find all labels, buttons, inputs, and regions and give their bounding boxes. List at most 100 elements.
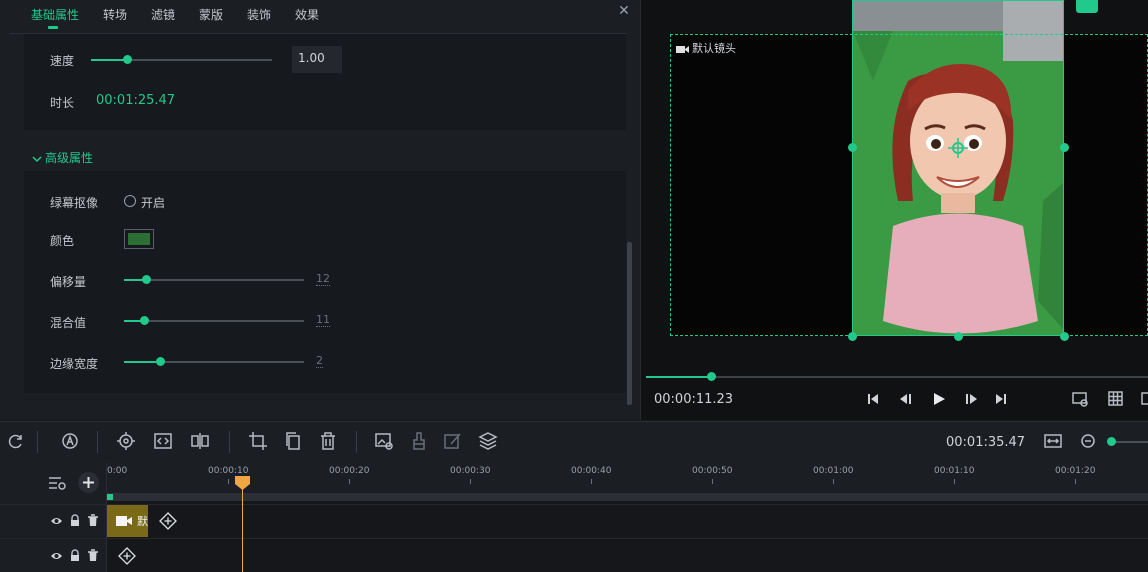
layer-tag-icon[interactable] (1076, 0, 1098, 13)
grid-icon[interactable] (1107, 390, 1125, 408)
resize-handle-bottom-right[interactable] (1060, 332, 1069, 341)
edge-width-slider-handle[interactable] (156, 357, 165, 366)
track-settings-icon[interactable] (47, 474, 67, 492)
add-track-button[interactable] (78, 472, 99, 493)
next-frame-icon[interactable] (962, 390, 980, 408)
speed-value-input[interactable]: 1.00 (292, 46, 342, 73)
eye-icon[interactable] (50, 515, 63, 527)
ruler-tick-label: 00:00:40 (571, 466, 612, 476)
screenshot-icon[interactable] (1071, 390, 1089, 408)
camera-label: 默认镜头 (676, 40, 736, 56)
property-tabs: 基础属性 转场 滤镜 蒙版 装饰 效果 (0, 0, 640, 30)
crosshair-icon[interactable] (948, 138, 968, 158)
copy-icon[interactable] (283, 431, 303, 451)
offset-slider-track[interactable] (124, 279, 304, 281)
pen-icon[interactable] (443, 431, 463, 451)
chroma-key-toggle-label: 开启 (141, 196, 166, 210)
video-camera-icon (116, 516, 132, 526)
fullscreen-icon[interactable] (1140, 390, 1148, 408)
ruler-tick (1075, 479, 1076, 484)
ruler-tick-label: 00:01:00 (813, 466, 854, 476)
overview-marker (107, 494, 113, 500)
fit-timeline-icon[interactable] (1043, 431, 1063, 451)
layers-icon[interactable] (478, 431, 498, 451)
tab-filter[interactable]: 滤镜 (151, 6, 175, 23)
mirror-icon[interactable] (190, 431, 210, 451)
tab-effects[interactable]: 效果 (295, 6, 319, 23)
total-duration: 00:01:35.47 (946, 435, 1026, 450)
skip-to-start-icon[interactable] (864, 390, 882, 408)
toolbar-separator (356, 431, 357, 453)
duration-label: 时长 (50, 96, 75, 110)
image-edit-icon[interactable] (374, 431, 394, 451)
offset-slider-handle[interactable] (142, 275, 151, 284)
color-label: 颜色 (50, 234, 75, 248)
eye-icon[interactable] (50, 550, 63, 562)
trash-icon[interactable] (87, 549, 99, 562)
skip-to-end-icon[interactable] (992, 390, 1010, 408)
chevron-down-icon (32, 155, 42, 162)
ruler-tick-label: 00:00:10 (208, 466, 249, 476)
radio-icon (124, 195, 136, 207)
target-icon[interactable] (116, 431, 136, 451)
blend-label: 混合值 (50, 316, 87, 330)
lock-icon[interactable] (69, 549, 81, 562)
chroma-key-label: 绿幕抠像 (50, 196, 99, 210)
time-ruler[interactable] (107, 463, 1148, 493)
edge-width-slider-fill (124, 361, 160, 363)
redo-icon[interactable] (6, 431, 26, 451)
color-picker[interactable] (124, 229, 154, 249)
blend-slider-track[interactable] (124, 320, 304, 322)
ruler-tick-label: 00:00:30 (450, 466, 491, 476)
blend-slider-handle[interactable] (140, 316, 149, 325)
video-camera-icon (676, 45, 689, 53)
playhead-handle[interactable] (234, 476, 251, 490)
trash-icon[interactable] (87, 514, 99, 527)
resize-handle-right[interactable] (1060, 143, 1069, 152)
brush-icon[interactable] (409, 431, 429, 451)
ruler-tick (833, 479, 834, 484)
auto-ai-icon[interactable] (60, 431, 80, 451)
speed-label: 速度 (50, 54, 75, 68)
lock-icon[interactable] (69, 514, 81, 527)
speed-slider-fill (91, 59, 127, 61)
playback-progress-handle[interactable] (707, 372, 716, 381)
blend-value[interactable]: 11 (316, 314, 330, 327)
play-icon[interactable] (930, 390, 948, 408)
previous-frame-icon[interactable] (897, 390, 915, 408)
advanced-properties-header[interactable]: 高级属性 (32, 149, 93, 166)
tab-decoration[interactable]: 装饰 (247, 6, 271, 23)
resize-handle-left[interactable] (848, 143, 857, 152)
resize-handle-bottom[interactable] (954, 332, 963, 341)
speed-slider-handle[interactable] (123, 55, 132, 64)
code-frame-icon[interactable] (153, 431, 173, 451)
ruler-tick-label: 00:01:10 (934, 466, 975, 476)
plus-icon (83, 477, 94, 488)
resize-handle-bottom-left[interactable] (848, 332, 857, 341)
zoom-out-icon[interactable] (1078, 431, 1098, 451)
timeline-overview-bar[interactable] (107, 493, 1148, 501)
edge-width-value[interactable]: 2 (316, 355, 323, 368)
current-time: 00:00:11.23 (654, 392, 734, 407)
ruler-tick-label: 00:00:20 (329, 466, 370, 476)
add-keyframe-icon[interactable] (159, 512, 177, 530)
ruler-tick (470, 479, 471, 484)
ruler-tick (712, 479, 713, 484)
panel-scrollbar[interactable] (627, 242, 632, 405)
playback-progress-track[interactable] (646, 376, 1148, 378)
offset-value[interactable]: 12 (316, 273, 330, 286)
tab-transition[interactable]: 转场 (103, 6, 127, 23)
delete-icon[interactable] (318, 431, 338, 451)
crop-icon[interactable] (248, 431, 268, 451)
offset-label: 偏移量 (50, 275, 87, 289)
ruler-tick (591, 479, 592, 484)
add-keyframe-icon[interactable] (118, 547, 136, 565)
tab-basic-properties[interactable]: 基础属性 (31, 6, 79, 23)
selection-frame (670, 34, 1148, 336)
playhead-line (242, 486, 243, 572)
ruler-tick-label: 00:00:50 (692, 466, 733, 476)
close-icon[interactable]: ✕ (616, 3, 632, 21)
zoom-slider-handle[interactable] (1107, 437, 1116, 446)
tab-mask[interactable]: 蒙版 (199, 6, 223, 23)
ruler-tick (228, 479, 229, 484)
